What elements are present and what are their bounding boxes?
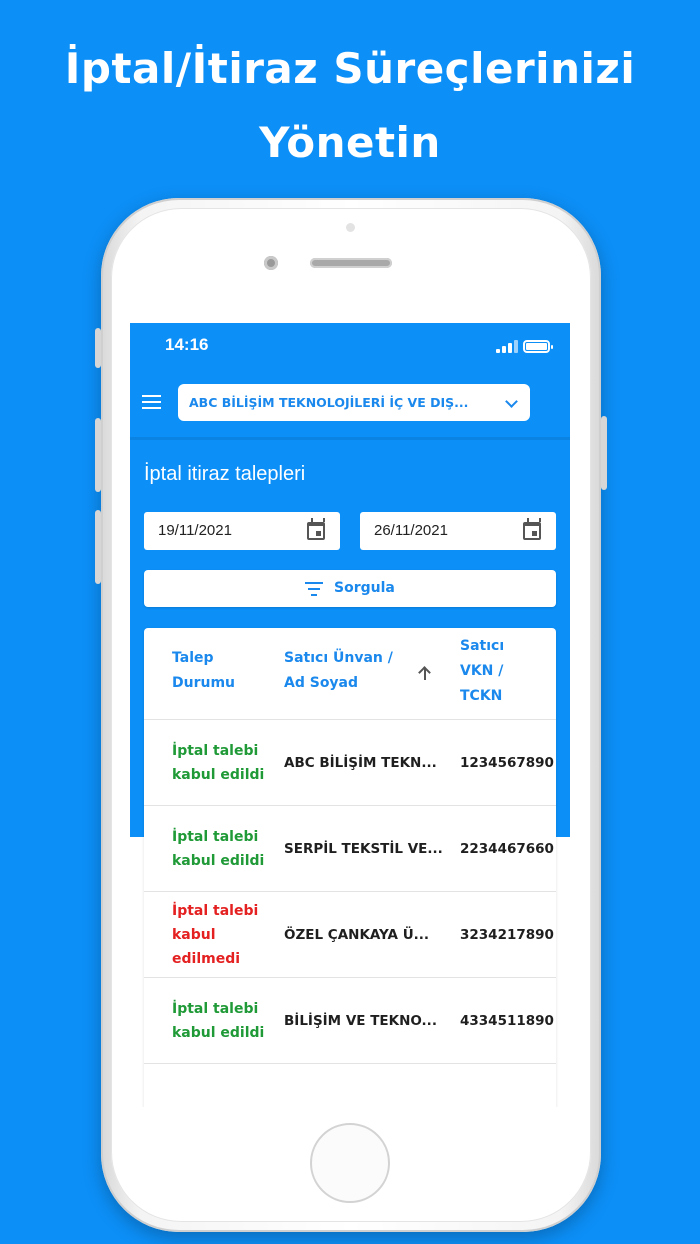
header-text: Satıcı — [460, 638, 505, 654]
volume-down-button — [95, 510, 101, 584]
column-header-seller[interactable]: Satıcı Ünvan / Ad Soyad — [284, 646, 393, 696]
status-line: kabul edildi — [172, 1025, 265, 1041]
query-button-label: Sorgula — [334, 580, 395, 596]
status-line: kabul edildi — [172, 853, 265, 869]
table-row-empty — [144, 1063, 556, 1107]
column-header-status[interactable]: Talep Durumu — [172, 646, 235, 696]
battery-icon — [523, 340, 553, 353]
row-seller-name: BİLİŞİM VE TEKNO... — [284, 1013, 437, 1029]
status-line: kabul edildi — [172, 767, 265, 783]
header-text: Talep — [172, 650, 214, 666]
filter-icon — [305, 582, 323, 596]
row-status: İptal talebi kabul edildi — [172, 997, 272, 1045]
headline-line-2: Yönetin — [259, 118, 441, 167]
status-time: 14:16 — [165, 335, 209, 354]
earpiece-speaker — [310, 258, 392, 268]
status-line: İptal talebi — [172, 829, 259, 845]
signal-icon — [496, 340, 518, 353]
row-vkn: 2234467660 — [460, 841, 554, 857]
header-text: Satıcı Ünvan / — [284, 650, 393, 666]
table-row[interactable]: İptal talebi kabul edildi ABC BİLİŞİM TE… — [144, 719, 556, 805]
row-seller-name: SERPİL TEKSTİL VE... — [284, 841, 443, 857]
row-status: İptal talebi kabul edildi — [172, 825, 272, 873]
requests-table: Talep Durumu Satıcı Ünvan / Ad Soyad Sat… — [144, 628, 556, 1107]
home-button[interactable] — [310, 1123, 390, 1203]
header-text: Durumu — [172, 675, 236, 691]
page-title: İptal itiraz talepleri — [144, 463, 306, 485]
row-vkn: 3234217890 — [460, 927, 554, 943]
end-date-value: 26/11/2021 — [374, 522, 448, 539]
table-row[interactable]: İptal talebi kabul edildi SERPİL TEKSTİL… — [144, 805, 556, 891]
status-line: İptal talebi — [172, 743, 259, 759]
volume-up-button — [95, 418, 101, 492]
header-text: VKN / — [460, 663, 504, 679]
app-bar-divider — [130, 437, 570, 440]
table-row[interactable]: İptal talebi kabul edildi BİLİŞİM VE TEK… — [144, 977, 556, 1063]
mute-switch — [95, 328, 101, 368]
company-select[interactable]: ABC BİLİŞİM TEKNOLOJİLERİ İÇ VE DIŞ... — [178, 384, 530, 421]
start-date-field[interactable]: 19/11/2021 — [144, 512, 340, 550]
calendar-icon[interactable] — [523, 518, 541, 540]
end-date-field[interactable]: 26/11/2021 — [360, 512, 556, 550]
company-select-value: ABC BİLİŞİM TEKNOLOJİLERİ İÇ VE DIŞ... — [189, 395, 469, 410]
row-seller-name: ÖZEL ÇANKAYA Ü... — [284, 927, 430, 943]
calendar-icon[interactable] — [307, 518, 325, 540]
app-screen: 14:16 ABC BİLİŞİM TEKNOLOJİLERİ İÇ VE DI… — [130, 323, 570, 1107]
table-row[interactable]: İptal talebi kabul edilmedi ÖZEL ÇANKAYA… — [144, 891, 556, 977]
row-vkn: 1234567890 — [460, 755, 554, 771]
column-header-vkn[interactable]: Satıcı VKN / TCKN — [460, 634, 504, 709]
row-status: İptal talebi kabul edildi — [172, 739, 272, 787]
sensor-dot — [346, 223, 355, 232]
menu-icon[interactable] — [142, 393, 164, 411]
row-status: İptal talebi kabul edilmedi — [172, 899, 272, 971]
status-line: İptal talebi — [172, 1001, 259, 1017]
start-date-value: 19/11/2021 — [158, 522, 232, 539]
status-line: kabul — [172, 927, 216, 943]
chevron-down-icon — [505, 395, 518, 408]
header-text: TCKN — [460, 688, 503, 704]
row-seller-name: ABC BİLİŞİM TEKN... — [284, 755, 437, 771]
front-camera-icon — [264, 256, 278, 270]
query-button[interactable]: Sorgula — [144, 570, 556, 607]
sort-up-icon[interactable] — [419, 666, 431, 680]
headline-line-1: İptal/İtiraz Süreçlerinizi — [64, 44, 636, 93]
app-bar: ABC BİLİŞİM TEKNOLOJİLERİ İÇ VE DIŞ... — [130, 375, 570, 439]
row-vkn: 4334511890 — [460, 1013, 554, 1029]
status-line: edilmedi — [172, 951, 241, 967]
status-line: İptal talebi — [172, 903, 259, 919]
power-button — [601, 416, 607, 490]
headline: İptal/İtiraz Süreçlerinizi Yönetin — [0, 32, 700, 180]
header-text: Ad Soyad — [284, 675, 359, 691]
